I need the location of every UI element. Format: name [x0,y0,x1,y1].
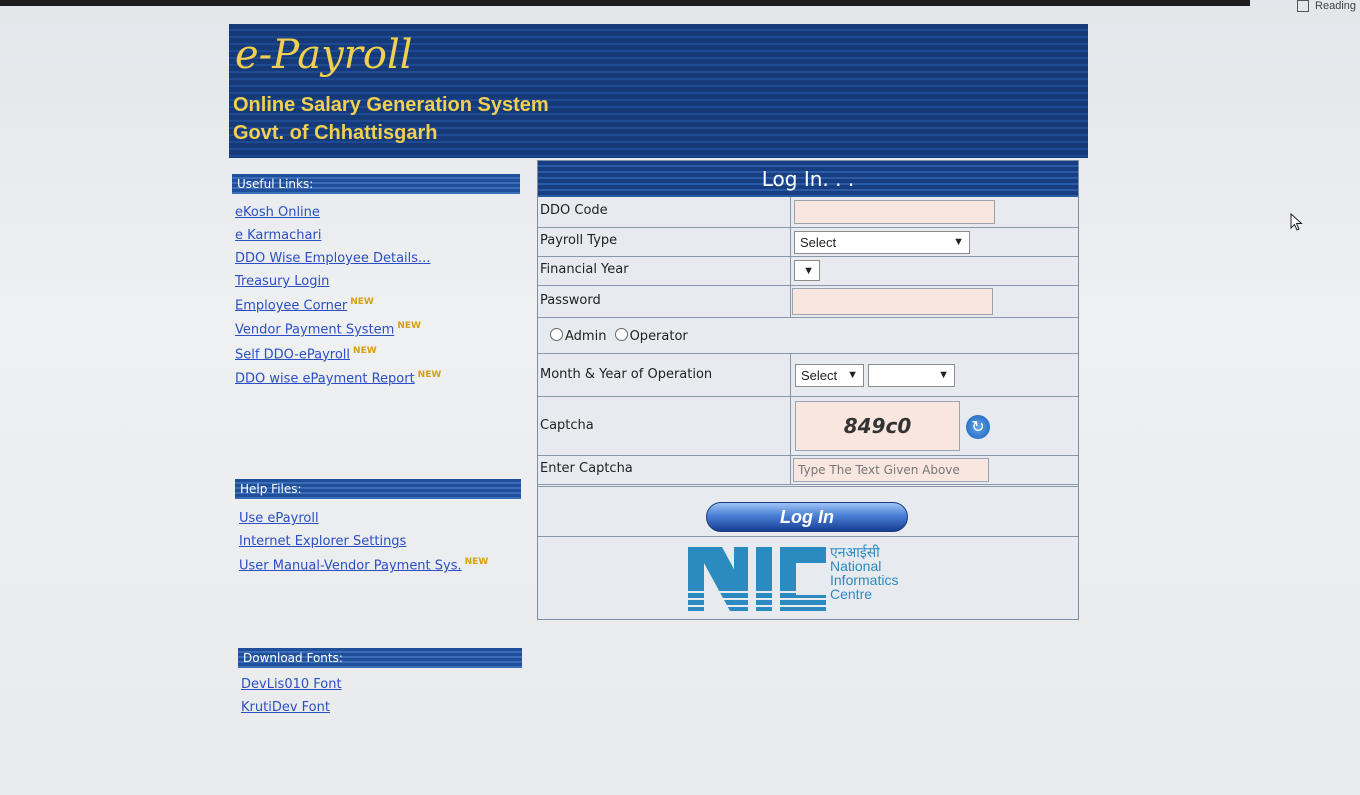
ddo-code-input[interactable] [794,200,995,224]
browser-top-bar [0,0,1250,6]
enter-captcha-label: Enter Captcha [540,461,633,476]
ddo-code-row: DDO Code [538,197,1078,228]
organization-name: Govt. of Chhattisgarh [233,122,438,144]
new-badge: NEW [464,557,489,567]
year-select[interactable]: ▼ [868,364,955,387]
chevron-down-icon: ▼ [847,369,858,381]
new-badge: NEW [417,369,442,380]
useful-links-heading: Useful Links: [232,174,520,194]
new-badge: NEW [350,297,374,307]
captcha-input[interactable]: Type The Text Given Above [793,458,989,482]
login-button[interactable]: Log In [706,502,908,532]
admin-radio[interactable]: Admin [550,328,606,344]
financial-year-label: Financial Year [540,262,629,277]
link-ekosh-online[interactable]: eKosh Online [235,205,441,220]
captcha-image: 849c0 [795,401,960,451]
link-employee-corner[interactable]: Employee Corner NEW [235,297,441,313]
login-title: Log In. . . [538,161,1078,197]
link-ddo-wise-epayment-report[interactable]: DDO wise ePayment Report NEW [235,370,441,386]
chevron-down-icon: ▼ [953,236,964,248]
link-self-ddo-epayroll[interactable]: Self DDO-ePayroll NEW [235,346,441,362]
link-user-manual-vendor-payment[interactable]: User Manual-Vendor Payment Sys. NEW [239,557,488,573]
captcha-label: Captcha [540,418,594,433]
payroll-type-row: Payroll Type Select ▼ [538,228,1078,257]
link-krutidev-font[interactable]: KrutiDev Font [241,700,342,715]
captcha-row: Captcha 849c0 ↻ [538,397,1078,456]
month-year-label: Month & Year of Operation [540,367,713,382]
app-logo: e-Payroll [235,32,413,78]
mouse-cursor-icon [1290,213,1303,231]
link-e-karmachari[interactable]: e Karmachari [235,228,441,243]
useful-links-list: eKosh Online e Karmachari DDO Wise Emplo… [235,205,441,394]
app-subtitle: Online Salary Generation System [233,94,549,116]
ddo-code-label: DDO Code [540,203,608,218]
login-panel: Log In. . . DDO Code Payroll Type Select… [537,160,1079,620]
header-banner: e-Payroll Online Salary Generation Syste… [229,24,1088,158]
help-files-list: Use ePayroll Internet Explorer Settings … [239,511,488,581]
link-use-epayroll[interactable]: Use ePayroll [239,511,488,526]
help-files-heading: Help Files: [235,479,521,499]
financial-year-select[interactable]: ▼ [794,260,820,281]
link-internet-explorer-settings[interactable]: Internet Explorer Settings [239,534,488,549]
payroll-type-label: Payroll Type [540,233,618,248]
password-label: Password [540,293,601,308]
month-select[interactable]: Select ▼ [795,364,864,387]
reading-mode-icon [1297,0,1310,13]
enter-captcha-row: Enter Captcha Type The Text Given Above [538,456,1078,487]
refresh-captcha-icon[interactable]: ↻ [966,415,990,439]
link-treasury-login[interactable]: Treasury Login [235,274,441,289]
link-devlis010-font[interactable]: DevLis010 Font [241,677,342,692]
download-fonts-list: DevLis010 Font KrutiDev Font [241,677,342,723]
chevron-down-icon: ▼ [803,265,814,277]
role-row: Admin Operator [538,318,1078,354]
link-ddo-wise-employee-details[interactable]: DDO Wise Employee Details... [235,251,441,266]
new-badge: NEW [353,345,377,356]
link-vendor-payment-system[interactable]: Vendor Payment System NEW [235,321,441,337]
download-fonts-heading: Download Fonts: [238,648,522,668]
password-row: Password [538,286,1078,318]
financial-year-row: Financial Year ▼ [538,257,1078,286]
new-badge: NEW [397,321,421,332]
nic-logo [688,547,828,611]
chevron-down-icon: ▼ [938,369,949,381]
month-year-row: Month & Year of Operation Select ▼ ▼ [538,354,1078,397]
nic-name: एनआईसी National Informatics Centre [830,544,899,602]
password-input[interactable] [792,288,993,315]
payroll-type-select[interactable]: Select ▼ [794,231,970,254]
reading-mode-button[interactable]: Reading [1297,0,1356,13]
operator-radio[interactable]: Operator [614,328,688,344]
